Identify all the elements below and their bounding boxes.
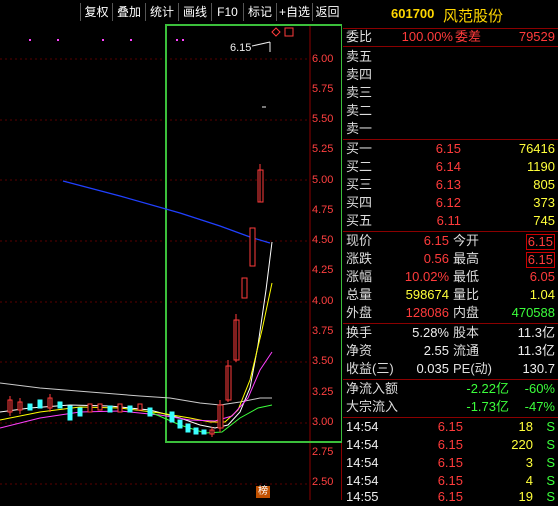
diamond-icon [271,27,281,37]
overlay-button[interactable]: 叠加 [112,3,145,21]
y-tick: 6.00 [312,53,334,65]
stat-row: 涨幅 10.02% 最低 6.05 [346,269,555,284]
ma30-line [149,404,273,434]
back-button[interactable]: 返回 [312,3,342,21]
chart-toolbar: 复权 叠加 统计 画线 F10 标记 +自选 返回 [0,0,342,24]
fund-row: 收益(三) 0.035 PE(动) 130.7 [346,361,555,376]
ask-row: 卖二 [346,103,373,118]
candlestick-chart[interactable]: 6.15 榜 6.00 5.75 5.50 5.25 5.00 4.75 4.5… [0,24,342,500]
y-tick: 5.75 [312,83,334,95]
stat-row: 外盘 128086 内盘 470588 [346,305,555,320]
y-tick: 5.25 [312,143,334,155]
fuquan-button[interactable]: 复权 [80,3,112,21]
ask-row: 卖三 [346,85,373,100]
bid-row[interactable]: 买一 6.15 76416 [343,140,558,158]
bid-row[interactable]: 买五 6.11 745 [343,212,558,230]
rank-tag[interactable]: 榜 [256,486,270,498]
stock-code: 601700 [391,6,435,21]
y-tick: 3.50 [312,355,334,367]
bid-row[interactable]: 买三 6.13 805 [343,176,558,194]
stock-title: 601700 风范股份 [343,0,558,28]
tick-row: 14:54 6.15 3 S [346,455,555,470]
bid-row[interactable]: 买二 6.14 1190 [343,158,558,176]
ask-row: 卖一 [346,121,373,136]
y-tick: 3.00 [312,416,334,428]
box-icon [284,27,294,37]
y-tick: 4.00 [312,295,334,307]
y-tick: 3.75 [312,325,334,337]
y-tick: 5.50 [312,113,334,125]
fund-row: 换手 5.28% 股本 11.3亿 [346,325,555,340]
ask-row: 卖五 [346,49,373,64]
stat-row: 涨跌 0.56 最高 6.15 [346,251,555,268]
y-tick: 4.75 [312,204,334,216]
f10-button[interactable]: F10 [211,3,243,21]
tick-row: 14:54 6.15 220 S [346,437,555,452]
draw-line-button[interactable]: 画线 [178,3,211,21]
order-ratio-row: 委比 100.00% 委差 79529 [346,29,555,44]
y-tick: 4.50 [312,234,334,246]
tick-row: 14:54 6.15 18 S [346,419,555,434]
y-tick: 5.00 [312,174,334,186]
latest-price-tag: 6.15 [230,42,252,54]
ask-row: 卖四 [346,67,373,82]
statistics-button[interactable]: 统计 [145,3,178,21]
flow-row: 净流入额 -2.22亿 -60% [346,381,555,396]
bid-row[interactable]: 买四 6.12 373 [343,194,558,212]
stock-name: 风范股份 [443,8,504,25]
y-tick: 2.50 [312,476,334,488]
y-tick: 4.25 [312,264,334,276]
add-favorite-button[interactable]: +自选 [276,3,312,21]
stat-row: 总量 598674 量比 1.04 [346,287,555,302]
tick-row: 14:55 6.15 19 S [346,489,555,504]
marker-dots [29,39,184,41]
stat-row: 现价 6.15 今开 6.15 [346,233,555,250]
quote-panel: 601700 风范股份 委比 100.00% 委差 79529 卖五 卖四 卖三… [343,0,558,504]
y-tick: 2.75 [312,446,334,458]
fund-row: 净资 2.55 流通 11.3亿 [346,343,555,358]
flow-row: 大宗流入 -1.73亿 -47% [346,399,555,414]
mark-button[interactable]: 标记 [243,3,276,21]
y-tick: 3.25 [312,386,334,398]
